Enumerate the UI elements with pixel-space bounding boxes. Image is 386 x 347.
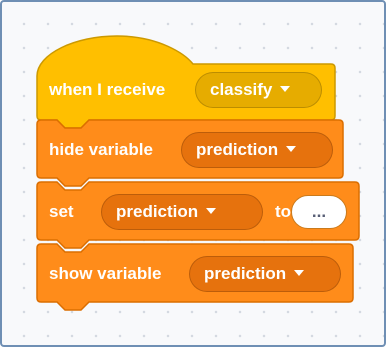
show-variable-block[interactable]: show variable prediction <box>35 242 354 311</box>
script-workspace[interactable]: when I receive classify hide variable pr… <box>0 0 386 347</box>
hide-variable-dropdown-value: prediction <box>196 140 279 159</box>
to-label: to <box>275 202 292 221</box>
show-variable-label: show variable <box>49 264 162 283</box>
set-label: set <box>49 202 74 221</box>
set-variable-dropdown-value: prediction <box>116 202 199 221</box>
message-dropdown-value: classify <box>210 80 273 99</box>
hide-variable-dropdown[interactable]: prediction <box>181 132 333 168</box>
message-dropdown[interactable]: classify <box>195 72 322 108</box>
show-variable-dropdown[interactable]: prediction <box>189 256 341 292</box>
set-variable-block[interactable]: set prediction to ... <box>35 180 360 249</box>
dropdown-arrow-icon <box>286 145 297 152</box>
dropdown-arrow-icon <box>294 269 305 276</box>
set-value-input[interactable]: ... <box>291 195 347 229</box>
when-i-receive-label: when I receive <box>49 80 166 99</box>
show-variable-dropdown-value: prediction <box>204 264 287 283</box>
dropdown-arrow-icon <box>206 207 217 214</box>
dropdown-arrow-icon <box>280 85 291 92</box>
hide-variable-label: hide variable <box>49 140 153 159</box>
when-i-receive-block[interactable]: when I receive classify <box>35 34 336 129</box>
hide-variable-block[interactable]: hide variable prediction <box>35 118 344 187</box>
set-variable-dropdown[interactable]: prediction <box>101 194 263 230</box>
